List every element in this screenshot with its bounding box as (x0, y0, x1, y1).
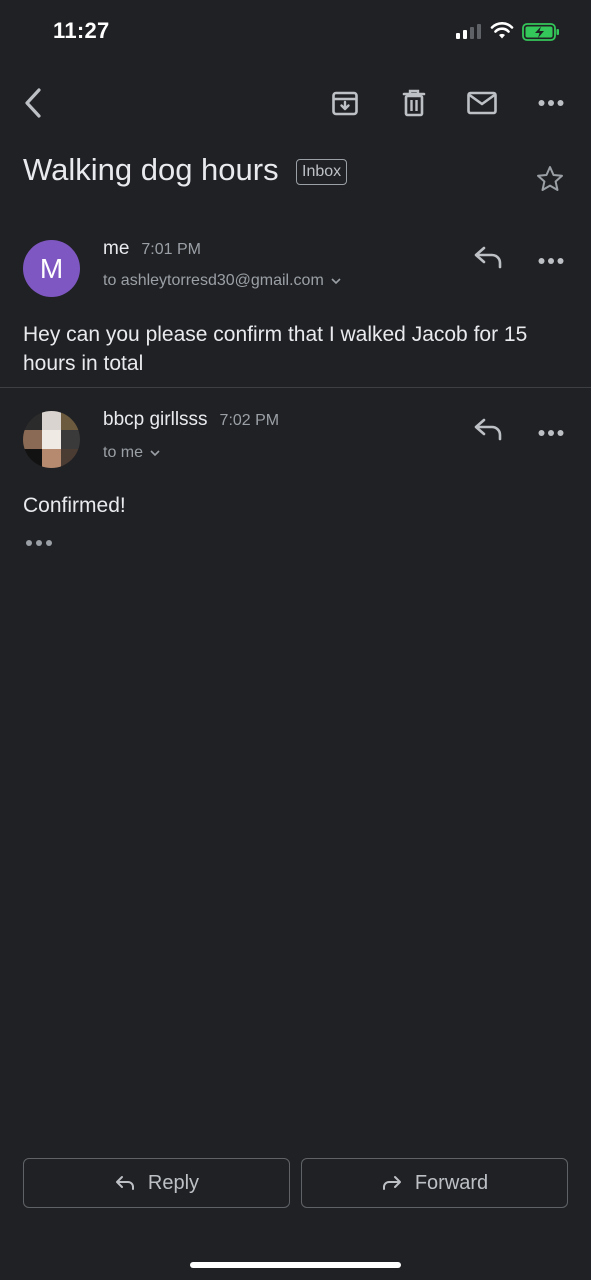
more-horizontal-icon[interactable] (534, 86, 568, 120)
recipient-text: to ashleytorresd30@gmail.com (103, 272, 324, 289)
sender-avatar[interactable]: M (23, 240, 80, 297)
message-body: Hey can you please confirm that I walked… (23, 323, 528, 375)
message-time: 7:01 PM (141, 241, 201, 258)
message-header: me 7:01 PM (103, 238, 201, 260)
email-subject: Walking dog hours (23, 152, 279, 187)
message-body: Confirmed! (23, 494, 126, 517)
message-more-icon[interactable] (538, 252, 564, 270)
wifi-icon (490, 22, 514, 45)
message-divider (0, 387, 591, 388)
chevron-down-icon (150, 450, 160, 457)
mail-icon[interactable] (465, 86, 499, 120)
reply-icon[interactable] (472, 243, 504, 276)
recipient-text: to me (103, 444, 144, 461)
star-outline-icon[interactable] (535, 164, 565, 199)
reply-icon[interactable] (472, 415, 504, 448)
show-trimmed-content-icon[interactable] (26, 540, 52, 546)
reply-button[interactable]: Reply (23, 1158, 290, 1208)
recipient-details[interactable]: to ashleytorresd30@gmail.com (103, 272, 342, 290)
status-time: 11:27 (53, 18, 110, 43)
sender-name: me (103, 238, 130, 259)
reply-button-label: Reply (147, 1171, 200, 1194)
home-indicator[interactable] (190, 1262, 401, 1268)
recipient-details[interactable]: to me (103, 444, 161, 462)
battery-charging-icon (522, 22, 560, 47)
signal-icon (456, 24, 481, 39)
message-header: bbcp girllsss 7:02 PM (103, 409, 279, 431)
trash-icon[interactable] (397, 86, 431, 120)
group-avatar[interactable] (23, 411, 80, 468)
reply-icon (115, 1176, 134, 1190)
chevron-down-icon (331, 278, 341, 285)
sender-name: bbcp girllsss (103, 409, 208, 430)
forward-icon (382, 1176, 401, 1190)
message-time: 7:02 PM (219, 412, 280, 429)
forward-button[interactable]: Forward (301, 1158, 568, 1208)
archive-icon[interactable] (328, 86, 362, 120)
back-chevron-icon[interactable] (16, 86, 50, 120)
forward-button-label: Forward (414, 1171, 489, 1194)
message-more-icon[interactable] (538, 424, 564, 442)
inbox-label-chip[interactable]: Inbox (296, 159, 348, 185)
